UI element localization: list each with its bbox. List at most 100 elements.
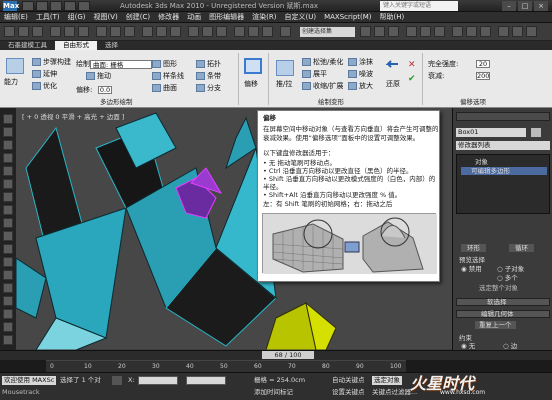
optimize-button[interactable]: 优化	[32, 82, 57, 91]
inflate-button[interactable]: 放大	[348, 82, 373, 91]
toolbar-tool-icon[interactable]	[466, 26, 477, 37]
toolbar-tool-icon[interactable]	[360, 26, 371, 37]
toolbar-tool-icon[interactable]	[498, 26, 509, 37]
primitive-tool-icon[interactable]	[3, 244, 13, 254]
topology-button[interactable]: 拓扑	[196, 60, 221, 69]
primitive-tool-icon[interactable]	[3, 270, 13, 280]
menu-item[interactable]: 创建(C)	[122, 12, 154, 23]
toolbar-tool-icon[interactable]	[280, 26, 291, 37]
capability-icon[interactable]	[6, 58, 24, 74]
toolbar-tool-icon[interactable]	[248, 26, 259, 37]
primitive-tool-icon[interactable]	[3, 140, 13, 150]
constraint-edge-radio[interactable]: ○ 边	[503, 342, 517, 350]
falloff-spinner[interactable]: 200	[476, 72, 490, 80]
ribbon-tab[interactable]: 石墨建模工具	[0, 41, 55, 50]
repeat-last-button[interactable]: 重复上一个	[475, 321, 516, 329]
maxscript-listener[interactable]: 欢迎使用 MAXSc	[2, 376, 57, 385]
minimize-icon[interactable]: –	[502, 1, 516, 11]
splines-button[interactable]: 样条线	[152, 72, 184, 81]
full-strength-spinner[interactable]: 20	[476, 60, 490, 68]
primitive-tool-icon[interactable]	[3, 192, 13, 202]
flatten-button[interactable]: 展平	[302, 70, 327, 79]
track-bar[interactable]: 0 10 20 30 40 50 60 70 80 90 100	[46, 360, 406, 372]
smudge-button[interactable]: 噪波	[348, 70, 373, 79]
panel-tabs[interactable]	[456, 112, 550, 121]
menu-item[interactable]: 渲染(R)	[248, 12, 280, 23]
toolbar-tool-icon[interactable]	[78, 26, 89, 37]
toolbar-tool-icon[interactable]	[420, 26, 431, 37]
preview-multi-radio[interactable]: ○ 多个	[497, 274, 518, 282]
menu-item[interactable]: 组(G)	[64, 12, 90, 23]
close-icon[interactable]: ×	[534, 1, 548, 11]
toolbar-tool-icon[interactable]	[110, 26, 121, 37]
loop-button[interactable]: 循环	[509, 244, 534, 252]
menu-item[interactable]: 工具(T)	[32, 12, 64, 23]
object-color-swatch[interactable]	[531, 128, 541, 137]
maximize-icon[interactable]: □	[518, 1, 532, 11]
primitive-tool-icon[interactable]	[3, 309, 13, 319]
primitive-tool-icon[interactable]	[3, 127, 13, 137]
selected-dropdown[interactable]: 选定对象	[372, 376, 402, 385]
toolbar-tool-icon[interactable]	[526, 26, 537, 37]
toolbar-tool-icon[interactable]	[388, 26, 399, 37]
primitive-tool-icon[interactable]	[3, 205, 13, 215]
paint-on-surface-dropdown[interactable]: 曲面: 栅格	[90, 60, 152, 69]
toolbar-tool-icon[interactable]	[64, 26, 75, 37]
menu-item[interactable]: 编辑(E)	[0, 12, 32, 23]
toolbar-tool-icon[interactable]	[406, 26, 417, 37]
toolbar-tool-icon[interactable]	[18, 26, 29, 37]
redo-icon[interactable]	[78, 1, 90, 11]
menu-item[interactable]: 图形编辑器	[205, 12, 248, 23]
primitive-tool-icon[interactable]	[3, 218, 13, 228]
open-file-icon[interactable]	[36, 1, 48, 11]
preview-subobject-radio[interactable]: ○ 子对象	[497, 265, 524, 273]
toolbar-tool-icon[interactable]	[156, 26, 167, 37]
primitive-tool-icon[interactable]	[3, 322, 13, 332]
ribbon-tab[interactable]: 自由形式	[55, 41, 97, 50]
save-icon[interactable]	[50, 1, 62, 11]
toolbar-tool-icon[interactable]	[434, 26, 445, 37]
ribbon-tab[interactable]: 选择	[97, 41, 126, 50]
menu-item[interactable]: 视图(V)	[90, 12, 122, 23]
push-pull-icon[interactable]	[276, 60, 294, 76]
menu-item[interactable]: 帮助(H)	[376, 12, 409, 23]
primitive-tool-icon[interactable]	[3, 153, 13, 163]
extend-button[interactable]: 延伸	[32, 70, 57, 79]
stack-item-object[interactable]: 对象	[475, 158, 488, 166]
auto-key-button[interactable]: 自动关键点	[332, 376, 365, 385]
app-logo-button[interactable]: Max	[3, 1, 19, 11]
menu-item[interactable]: 动画	[183, 12, 205, 23]
toolbar-tool-icon[interactable]	[50, 26, 61, 37]
toolbar-tool-icon[interactable]	[234, 26, 245, 37]
help-search-input[interactable]: 键入关键字或短语	[380, 1, 458, 11]
ring-button[interactable]: 环形	[461, 244, 486, 252]
toolbar-tool-icon[interactable]	[452, 26, 463, 37]
object-name-field[interactable]: Box01	[456, 128, 526, 137]
menu-item[interactable]: 自定义(U)	[280, 12, 320, 23]
primitive-tool-icon[interactable]	[3, 257, 13, 267]
surface-button[interactable]: 曲面	[152, 84, 177, 93]
modifier-list-dropdown[interactable]: 修改器列表	[456, 141, 550, 150]
toolbar-tool-icon[interactable]	[124, 26, 135, 37]
confirm-icon[interactable]: ✔	[408, 74, 418, 84]
new-file-icon[interactable]	[22, 1, 34, 11]
strips-button[interactable]: 条带	[196, 72, 221, 81]
viewport-label[interactable]: [ + 0 透视 0 平滑 + 高光 + 边面 ]	[22, 111, 124, 121]
x-coordinate-field[interactable]	[138, 376, 178, 385]
preview-disabled-radio[interactable]: ◉ 禁用	[461, 265, 482, 273]
add-time-tag-button[interactable]: 添加时间标记	[254, 388, 293, 397]
y-coordinate-field[interactable]	[186, 376, 226, 385]
primitive-tool-icon[interactable]	[3, 296, 13, 306]
pinch-spread-button[interactable]: 收缩/扩展	[302, 82, 343, 91]
set-key-button[interactable]: 设置关键点	[332, 388, 365, 397]
branches-button[interactable]: 分支	[196, 84, 221, 93]
toolbar-tool-icon[interactable]	[32, 26, 43, 37]
primitive-tool-icon[interactable]	[3, 179, 13, 189]
revert-icon[interactable]	[384, 60, 402, 76]
toolbar-tool-icon[interactable]	[216, 26, 227, 37]
lock-selection-icon[interactable]	[112, 376, 122, 385]
menu-item[interactable]: 修改器	[154, 12, 183, 23]
toolbar-tool-icon[interactable]	[480, 26, 491, 37]
relax-soften-button[interactable]: 松弛/柔化	[302, 58, 343, 67]
undo-icon[interactable]	[64, 1, 76, 11]
